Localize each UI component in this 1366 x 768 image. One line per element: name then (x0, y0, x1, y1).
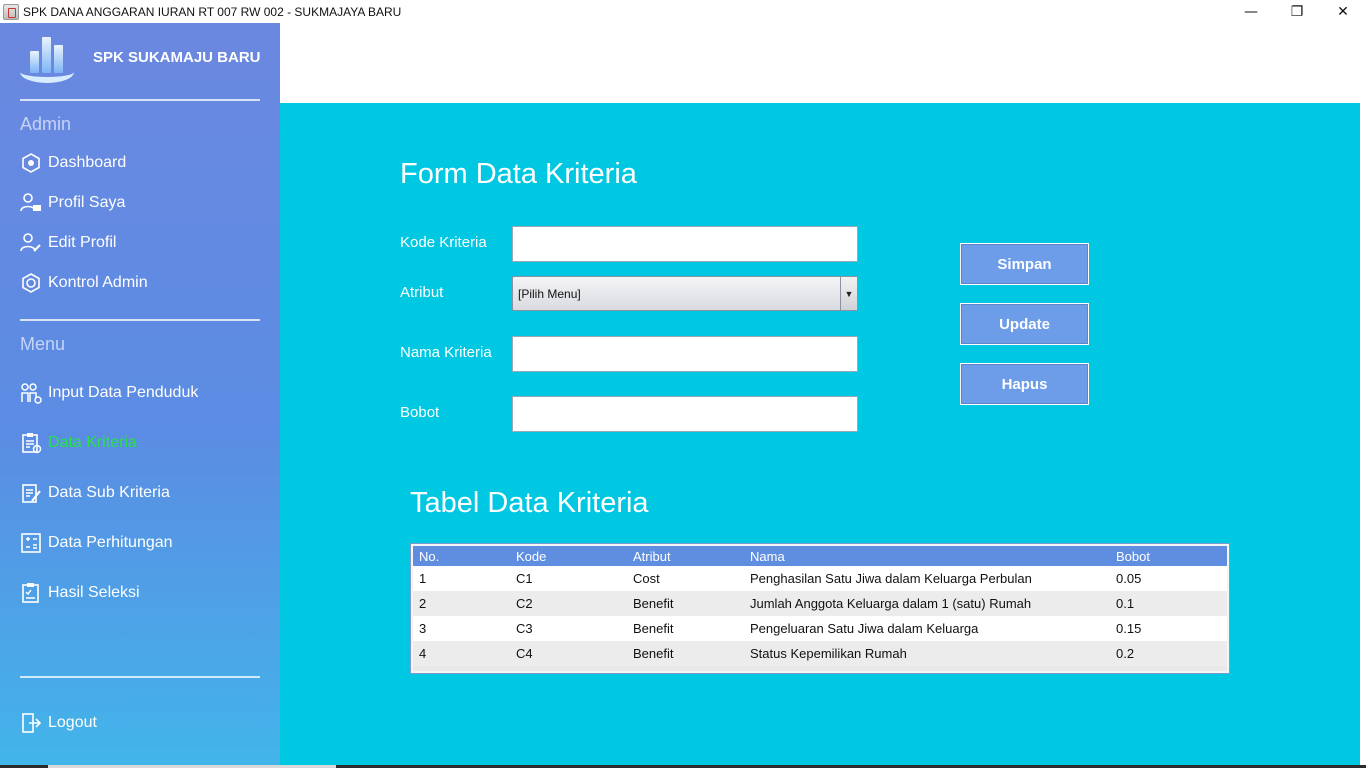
section-menu: Menu (20, 334, 66, 354)
kode-kriteria-input[interactable] (512, 226, 858, 262)
nav-kontrol-admin-label: Kontrol Admin (48, 274, 148, 291)
nama-kriteria-label: Nama Kriteria (400, 344, 492, 361)
dashboard-icon (20, 152, 42, 174)
logout-icon (20, 712, 42, 734)
atribut-selected-value: [Pilih Menu] (518, 286, 581, 301)
cell-nama: Pengeluaran Satu Jiwa dalam Keluarga (750, 621, 979, 636)
divider (20, 99, 260, 101)
cell-kode: C1 (516, 571, 533, 586)
cell-bobot: 0.1 (1116, 596, 1135, 611)
column-header-bobot[interactable]: Bobot (1110, 549, 1220, 564)
main-panel: Form Data Kriteria Kode Kriteria Atribut… (280, 103, 1360, 768)
nav-dashboard-label: Dashboard (48, 154, 127, 171)
cell-kode: C2 (516, 596, 533, 611)
nav-edit-profil[interactable]: Edit Profil (20, 230, 116, 256)
window-edge (1360, 23, 1366, 768)
nav-dashboard[interactable]: Dashboard (20, 150, 126, 176)
nav-data-sub-kriteria[interactable]: Data Sub Kriteria (20, 480, 170, 506)
nav-kontrol-admin[interactable]: Kontrol Admin (20, 270, 148, 296)
divider (20, 319, 260, 321)
minimize-button[interactable]: — (1228, 0, 1274, 23)
simpan-button[interactable]: Simpan (960, 243, 1089, 285)
nav-data-kriteria-label: Data Kriteria (48, 434, 137, 451)
cell-atribut: Cost (633, 571, 660, 586)
calculator-icon (20, 532, 42, 554)
nav-input-data-penduduk-label: Input Data Penduduk (48, 384, 199, 401)
window-title: SPK DANA ANGGARAN IURAN RT 007 RW 002 - … (23, 4, 402, 19)
brand: SPK SUKAMAJU BARU (18, 27, 261, 87)
cell-bobot: 0.05 (1116, 571, 1142, 586)
column-header-nama[interactable]: Nama (744, 549, 1110, 564)
cell-nama: Status Kepemilikan Rumah (750, 646, 907, 661)
table-header: No. Kode Atribut Nama Bobot (413, 546, 1227, 566)
nav-edit-profil-label: Edit Profil (48, 234, 117, 251)
nav-data-perhitungan[interactable]: Data Perhitungan (20, 530, 173, 556)
section-admin: Admin (20, 114, 72, 134)
close-button[interactable]: ✕ (1320, 0, 1366, 23)
nav-hasil-seleksi[interactable]: Hasil Seleksi (20, 580, 140, 606)
nav-profil-saya-label: Profil Saya (48, 194, 126, 211)
bobot-label: Bobot (400, 404, 440, 421)
maximize-button[interactable]: ❐ (1274, 0, 1320, 23)
cell-no: 4 (419, 646, 427, 661)
table-title: Tabel Data Kriteria (410, 487, 649, 519)
nav-hasil-seleksi-label: Hasil Seleksi (48, 584, 140, 601)
nav-data-perhitungan-label: Data Perhitungan (48, 534, 173, 551)
nav-logout[interactable]: Logout (20, 710, 97, 736)
cell-no: 1 (419, 571, 427, 586)
profile-icon (20, 192, 42, 214)
nama-kriteria-input[interactable] (512, 336, 858, 372)
bobot-input[interactable] (512, 396, 858, 432)
edit-note-icon (20, 482, 42, 504)
update-button[interactable]: Update (960, 303, 1089, 345)
nav-logout-label: Logout (48, 714, 97, 731)
brand-name: SPK SUKAMAJU BARU (93, 48, 261, 66)
cell-bobot: 0.2 (1116, 646, 1135, 661)
checklist-icon (20, 582, 42, 604)
cell-atribut: Benefit (633, 621, 674, 636)
atribut-label: Atribut (400, 284, 444, 301)
cell-atribut: Benefit (633, 596, 674, 611)
hapus-button[interactable]: Hapus (960, 363, 1089, 405)
table-row[interactable]: 2 C2 Benefit Jumlah Anggota Keluarga dal… (413, 591, 1227, 616)
cell-nama: Jumlah Anggota Keluarga dalam 1 (satu) R… (750, 596, 1032, 611)
atribut-select[interactable]: [Pilih Menu] ▼ (512, 276, 858, 311)
column-header-no[interactable]: No. (413, 549, 510, 564)
cell-bobot: 0.15 (1116, 621, 1142, 636)
building-logo-icon (18, 27, 76, 87)
gear-icon (20, 272, 42, 294)
column-header-atribut[interactable]: Atribut (627, 549, 744, 564)
kriteria-table: No. Kode Atribut Nama Bobot 1 C1 Cost Pe… (410, 543, 1230, 674)
nav-data-kriteria[interactable]: Data Kriteria (20, 430, 137, 456)
column-header-kode[interactable]: Kode (510, 549, 627, 564)
sidebar: SPK SUKAMAJU BARU Admin Dashboard Profil… (0, 23, 280, 768)
table-row[interactable]: 4 C4 Benefit Status Kepemilikan Rumah 0.… (413, 641, 1227, 666)
divider (20, 676, 260, 678)
dropdown-arrow-icon[interactable]: ▼ (840, 277, 857, 310)
cell-atribut: Benefit (633, 646, 674, 661)
kode-kriteria-label: Kode Kriteria (400, 234, 487, 251)
nav-data-sub-kriteria-label: Data Sub Kriteria (48, 484, 170, 501)
java-app-icon (3, 3, 19, 20)
table-row[interactable]: 3 C3 Benefit Pengeluaran Satu Jiwa dalam… (413, 616, 1227, 641)
nav-profil-saya[interactable]: Profil Saya (20, 190, 125, 216)
table-row[interactable]: 1 C1 Cost Penghasilan Satu Jiwa dalam Ke… (413, 566, 1227, 591)
people-icon (20, 382, 42, 404)
title-bar: SPK DANA ANGGARAN IURAN RT 007 RW 002 - … (0, 0, 1366, 23)
cell-kode: C4 (516, 646, 533, 661)
header-area (280, 23, 1360, 103)
nav-input-data-penduduk[interactable]: Input Data Penduduk (20, 380, 198, 406)
edit-profile-icon (20, 232, 42, 254)
cell-nama: Penghasilan Satu Jiwa dalam Keluarga Per… (750, 571, 1032, 586)
cell-no: 3 (419, 621, 427, 636)
cell-no: 2 (419, 596, 427, 611)
clipboard-icon (20, 432, 42, 454)
window-controls: — ❐ ✕ (1228, 0, 1366, 23)
form-title: Form Data Kriteria (400, 158, 637, 190)
cell-kode: C3 (516, 621, 533, 636)
